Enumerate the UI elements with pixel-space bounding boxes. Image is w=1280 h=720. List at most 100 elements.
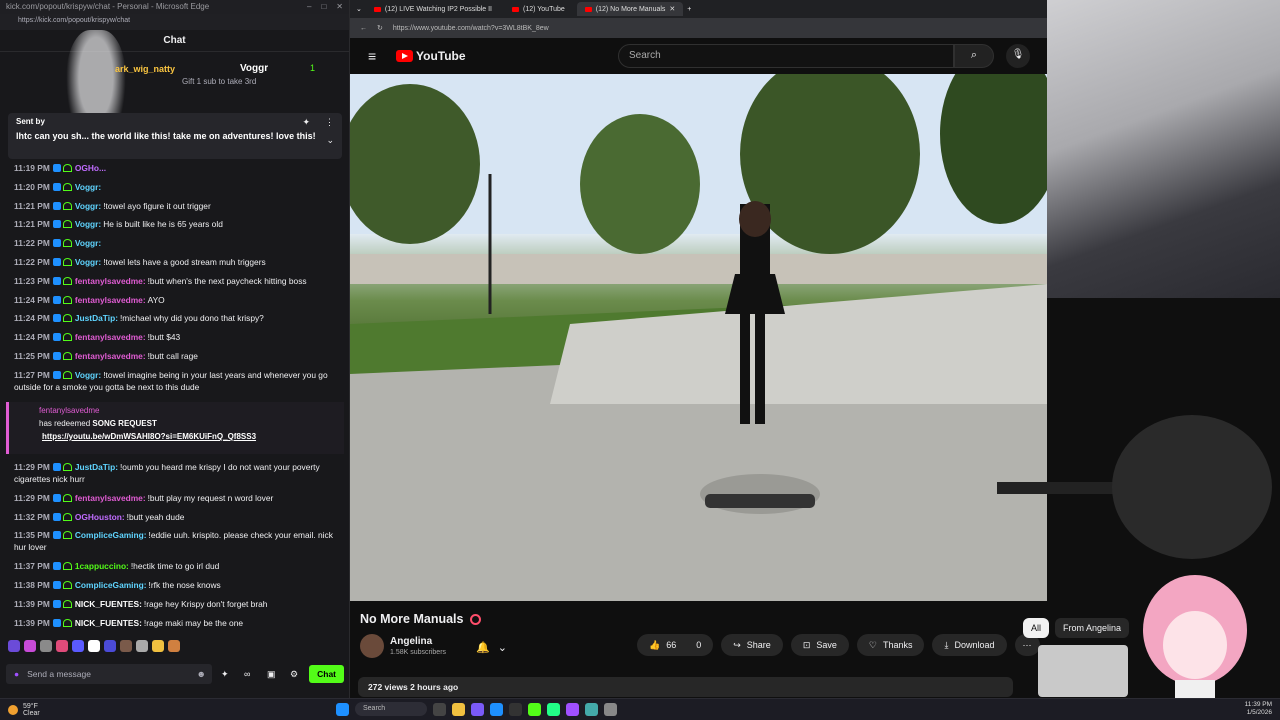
app-icon[interactable]: [547, 702, 560, 716]
message-username[interactable]: NICK_FUENTES:: [75, 599, 142, 609]
emote-icon[interactable]: [152, 640, 164, 652]
save-button[interactable]: ⊡ Save: [790, 634, 849, 656]
emote-icon[interactable]: [56, 640, 68, 652]
more-icon[interactable]: ⋮: [325, 117, 334, 128]
bell-icon[interactable]: 🔔: [476, 641, 490, 654]
message-username[interactable]: Voggr:: [75, 238, 101, 248]
chevron-down-icon[interactable]: ⌄: [326, 135, 334, 146]
video-meta[interactable]: 272 views 2 hours ago: [358, 677, 1013, 697]
message-username[interactable]: fentanylsavedme:: [75, 351, 146, 361]
sparkles-icon[interactable]: ✦: [221, 669, 235, 680]
emote-icon[interactable]: [104, 640, 116, 652]
app-icon[interactable]: [585, 702, 598, 716]
youtube-logo[interactable]: YouTube: [396, 49, 466, 63]
chat-send-button[interactable]: Chat: [309, 665, 344, 683]
video-frame: [350, 74, 1047, 601]
like-dislike[interactable]: 👍 66 0: [637, 634, 714, 656]
app-icon[interactable]: [566, 702, 579, 716]
message-username[interactable]: OGHouston:: [75, 512, 125, 522]
gear-icon[interactable]: ⚙: [290, 669, 304, 680]
message-username[interactable]: JustDaTip:: [75, 462, 118, 472]
message-username[interactable]: NICK_FUENTES:: [75, 618, 142, 628]
download-button[interactable]: ⤓ Download: [932, 634, 1007, 656]
reload-icon[interactable]: ↻: [377, 24, 383, 32]
video-player[interactable]: [350, 74, 1047, 601]
close-icon[interactable]: ✕: [336, 2, 343, 12]
file-explorer-icon[interactable]: [452, 702, 465, 716]
badge-icon: [52, 512, 61, 521]
message-username[interactable]: CompliceGaming:: [75, 530, 147, 540]
chat-input[interactable]: ● Send a message ☻: [6, 664, 212, 684]
message-username[interactable]: 1cappuccino:: [75, 561, 129, 571]
tab-no-more-manuals[interactable]: (12) No More Manuals ✕: [576, 2, 684, 16]
message-username[interactable]: CompliceGaming:: [75, 580, 147, 590]
tab-close-icon[interactable]: ✕: [669, 5, 675, 13]
pin-icon[interactable]: ✦: [302, 117, 310, 128]
avatar[interactable]: [360, 634, 384, 658]
emote-bar[interactable]: [8, 640, 180, 656]
back-icon[interactable]: ←: [360, 25, 367, 32]
emote-icon[interactable]: [8, 640, 20, 652]
search-icon[interactable]: ⌕: [954, 44, 994, 68]
tab-live[interactable]: (12) LIVE Watching IP2 Possible II: [366, 2, 500, 16]
message-username[interactable]: JustDaTip:: [75, 313, 118, 323]
minimize-icon[interactable]: –: [307, 2, 311, 12]
tab-menu-icon[interactable]: ⌄: [356, 5, 362, 13]
channel-info[interactable]: Angelina 1.58K subscribers: [360, 634, 446, 658]
weather-widget[interactable]: 59°F Clear: [8, 703, 40, 717]
gift-icon[interactable]: ▣: [267, 669, 281, 680]
pinned-message[interactable]: Sent by lhtc can you sh... the world lik…: [8, 113, 342, 159]
kick-icon[interactable]: [528, 702, 541, 716]
message-username[interactable]: Voggr:: [75, 182, 101, 192]
obs-icon[interactable]: [509, 702, 522, 716]
message-username[interactable]: Voggr:: [75, 257, 101, 267]
chat-message: 11:29 PM fentanylsavedme: !butt play my re…: [14, 492, 340, 504]
message-time: 11:21 PM: [14, 219, 50, 230]
emoji-icon[interactable]: ☻: [197, 669, 206, 679]
chip-all[interactable]: All: [1023, 618, 1050, 638]
heart-emote-icon[interactable]: [88, 640, 100, 652]
emote-icon[interactable]: [24, 640, 36, 652]
discord-icon[interactable]: [471, 702, 484, 716]
microphone-icon[interactable]: 🎙: [1006, 44, 1030, 68]
message-username[interactable]: Voggr:: [75, 219, 101, 229]
notification-bell[interactable]: 🔔 ⌄: [476, 636, 520, 658]
message-username[interactable]: fentanylsavedme:: [75, 493, 146, 503]
emote-icon[interactable]: [40, 640, 52, 652]
emote-icon[interactable]: [136, 640, 148, 652]
message-username[interactable]: Voggr:: [75, 370, 101, 380]
window-controls[interactable]: – □ ✕: [307, 2, 343, 12]
share-button[interactable]: ↪ Share: [721, 634, 783, 656]
taskbar-search[interactable]: Search: [355, 702, 427, 716]
redeem-link[interactable]: https://youtu.be/wDmWSAHI8O?si=EM6KUiFnQ…: [42, 432, 314, 441]
tab-youtube[interactable]: (12) YouTube: [504, 2, 573, 16]
hamburger-menu-icon[interactable]: ≡: [368, 48, 376, 64]
recommended-video-thumbnail[interactable]: [1038, 645, 1128, 697]
chip-from-channel[interactable]: From Angelina: [1055, 618, 1130, 638]
message-username[interactable]: fentanylsavedme:: [75, 276, 146, 286]
emote-icon[interactable]: [120, 640, 132, 652]
chevron-down-icon[interactable]: ⌄: [498, 641, 507, 654]
dislike-count[interactable]: 0: [696, 640, 701, 650]
message-username[interactable]: fentanylsavedme:: [75, 332, 146, 342]
message-username[interactable]: Voggr:: [75, 201, 101, 211]
chat-url[interactable]: https://kick.com/popout/krispyw/chat: [0, 14, 349, 30]
start-icon[interactable]: [336, 702, 349, 716]
message-username[interactable]: fentanylsavedme:: [75, 295, 146, 305]
app-icon[interactable]: [604, 702, 617, 716]
channel-name[interactable]: Angelina: [390, 636, 446, 647]
new-tab-icon[interactable]: +: [687, 6, 691, 13]
thanks-button[interactable]: ♡ Thanks: [856, 634, 925, 656]
system-clock[interactable]: 11:39 PM 1/5/2026: [1245, 701, 1272, 717]
search-input[interactable]: Search: [618, 44, 954, 68]
emote-icon[interactable]: [72, 640, 84, 652]
edge-icon[interactable]: [490, 702, 503, 716]
message-username[interactable]: OGHo...: [75, 163, 106, 173]
emote-icon[interactable]: [168, 640, 180, 652]
clock-date: 1/5/2026: [1246, 709, 1272, 716]
address-text[interactable]: https://www.youtube.com/watch?v=3WL8tBK_…: [393, 25, 549, 32]
maximize-icon[interactable]: □: [321, 2, 326, 12]
task-view-icon[interactable]: [433, 702, 446, 716]
infinity-icon[interactable]: ∞: [244, 669, 258, 679]
thumbs-up-icon[interactable]: 👍: [649, 640, 660, 651]
